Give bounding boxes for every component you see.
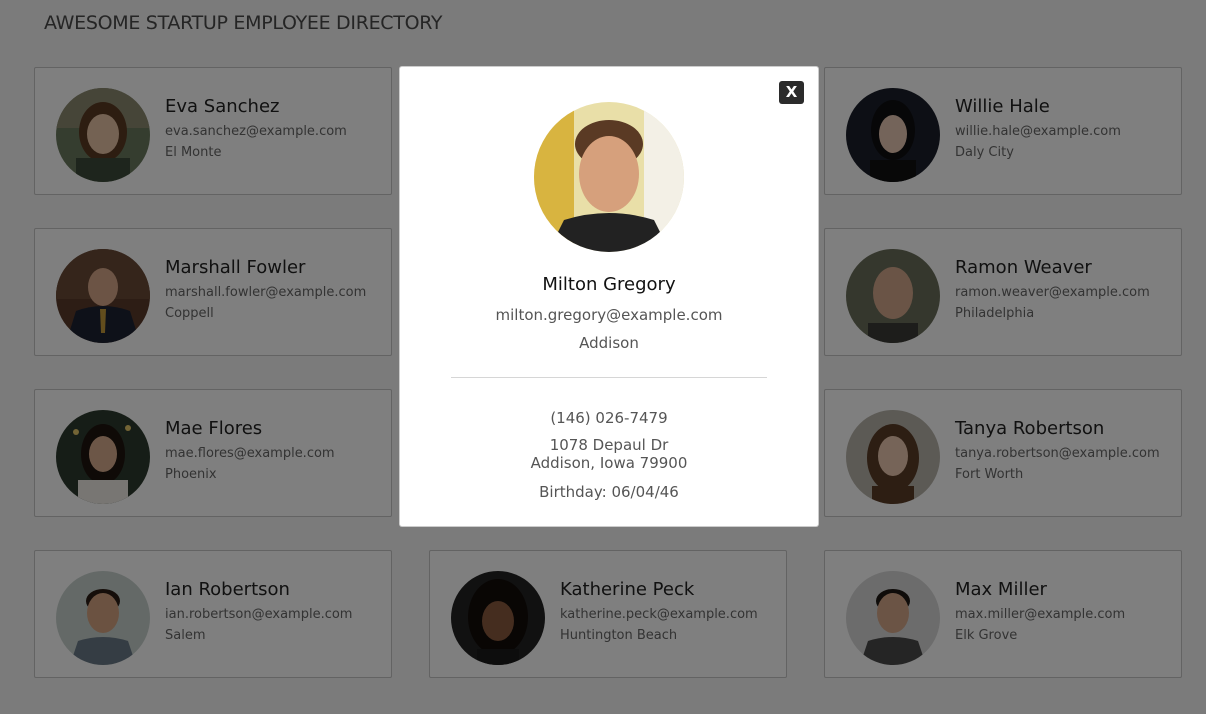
modal-city: Addison bbox=[579, 334, 639, 352]
modal-phone: (146) 026-7479 bbox=[550, 409, 668, 427]
modal-email: milton.gregory@example.com bbox=[495, 306, 723, 324]
modal-name: Milton Gregory bbox=[542, 274, 676, 295]
modal-address-line1: 1078 Depaul Dr bbox=[549, 436, 669, 454]
modal-birthday: Birthday: 06/04/46 bbox=[539, 483, 679, 501]
employee-modal: X Milton Gregory milton.gregory@example.… bbox=[399, 66, 819, 527]
modal-divider bbox=[451, 377, 767, 378]
close-icon[interactable]: X bbox=[779, 81, 804, 104]
modal-avatar bbox=[534, 102, 684, 252]
modal-address-line2: Addison, Iowa 79900 bbox=[530, 454, 688, 472]
